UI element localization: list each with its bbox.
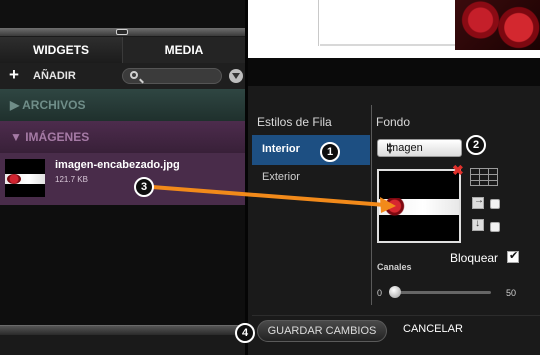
panel-resize-handle[interactable]: [0, 28, 245, 37]
section-imagenes[interactable]: ▼ IMÁGENES: [0, 121, 245, 153]
cancel-button[interactable]: CANCELAR: [403, 323, 463, 335]
section-imagenes-label: ▼ IMÁGENES: [10, 130, 90, 144]
top-left-area: [0, 0, 245, 30]
channels-label: Canales: [377, 262, 412, 272]
tile-grid-icon[interactable]: [470, 168, 498, 186]
repeat-horizontal-icon: [472, 195, 484, 209]
panel-header: [248, 58, 540, 86]
plus-icon[interactable]: +: [9, 65, 19, 85]
delete-icon[interactable]: ✖: [452, 162, 464, 179]
tab-media[interactable]: MEDIA: [122, 37, 245, 63]
row-style-interior[interactable]: Interior: [252, 135, 370, 165]
channels-slider[interactable]: [390, 291, 491, 294]
panel-column-divider: [371, 105, 372, 305]
page-divider: [318, 0, 319, 46]
thumbnail-rose: [7, 174, 21, 184]
search-input[interactable]: [122, 68, 222, 84]
section-archivos-label: ▶ ARCHIVOS: [10, 98, 86, 112]
slider-min-label: 0: [377, 288, 383, 298]
slider-max-label: 50: [506, 288, 517, 298]
background-image-preview[interactable]: [377, 169, 461, 243]
chevron-down-icon[interactable]: [229, 69, 243, 83]
row-styles-title: Estilos de Fila: [257, 115, 332, 129]
media-toolbar: + AÑADIR: [0, 63, 245, 89]
callout-1: 1: [320, 142, 340, 162]
media-editor-screen: { "tabs": { "widgets": "WIDGETS", "media…: [0, 0, 540, 355]
footer-divider: [252, 315, 540, 316]
row-style-exterior[interactable]: Exterior: [262, 171, 300, 183]
lock-checkbox[interactable]: [507, 249, 519, 263]
row-style-interior-label: Interior: [262, 143, 300, 155]
repeat-vertical-checkbox[interactable]: [490, 222, 500, 232]
list-item[interactable]: imagen-encabezado.jpg 121.7 KB: [0, 153, 245, 205]
add-button[interactable]: AÑADIR: [33, 70, 76, 82]
callout-3: 3: [134, 177, 154, 197]
select-arrows-icon: ▲ ▼: [386, 140, 394, 156]
media-list-empty: [0, 205, 245, 325]
sidebar-tabs: WIDGETS MEDIA: [0, 37, 245, 63]
image-filesize: 121.7 KB: [55, 175, 88, 184]
lock-label: Bloquear: [450, 251, 499, 265]
section-archivos[interactable]: ▶ ARCHIVOS: [0, 89, 245, 121]
save-button[interactable]: GUARDAR CAMBIOS: [257, 320, 387, 342]
background-title: Fondo: [376, 115, 411, 129]
image-filename: imagen-encabezado.jpg: [55, 159, 180, 171]
background-type-select[interactable]: Imagen ▲ ▼: [377, 139, 462, 157]
image-thumbnail: [5, 159, 45, 197]
sidebar-footer: [0, 335, 245, 355]
horizontal-scrollbar[interactable]: [0, 325, 245, 335]
repeat-horizontal-checkbox[interactable]: [490, 199, 500, 209]
callout-2: 2: [466, 135, 486, 155]
search-icon: [130, 71, 138, 79]
callout-4: 4: [235, 323, 255, 343]
repeat-vertical-icon: [472, 218, 484, 231]
rose-image: [455, 0, 540, 50]
grip-icon[interactable]: [116, 29, 128, 35]
preview-rose: [385, 198, 409, 216]
tab-widgets[interactable]: WIDGETS: [0, 37, 122, 63]
slider-handle[interactable]: [389, 286, 401, 298]
